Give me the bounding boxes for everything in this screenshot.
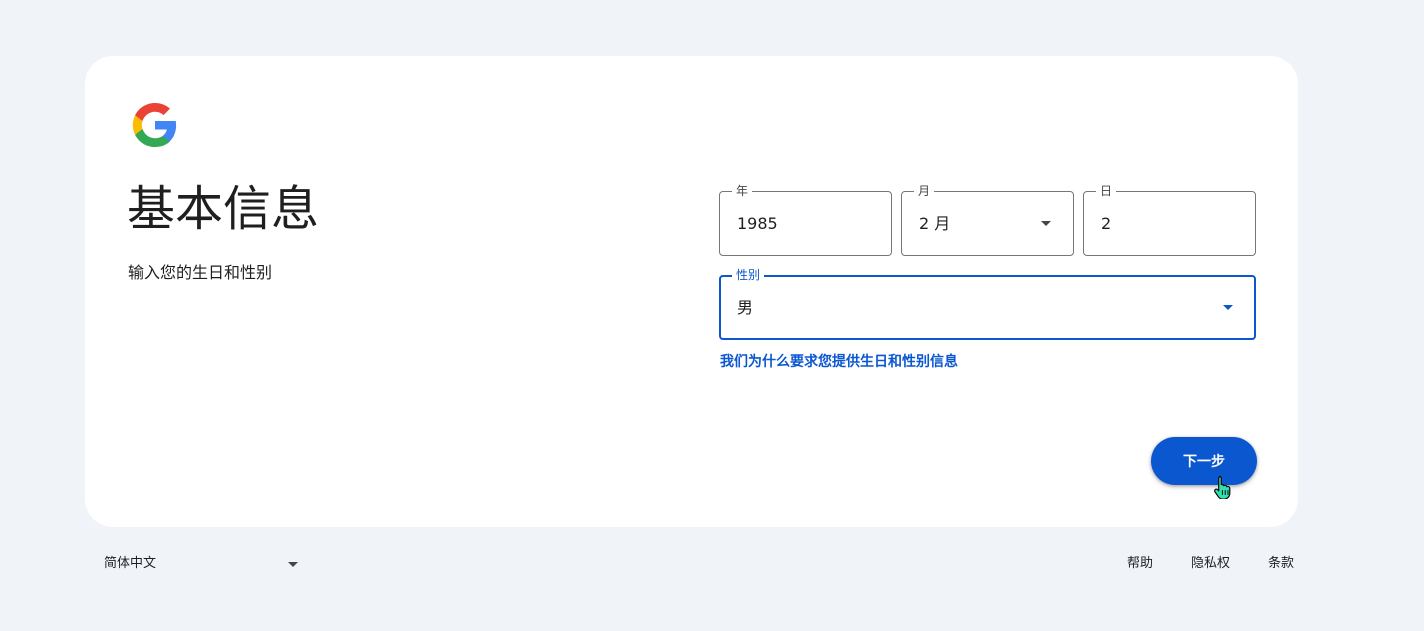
chevron-down-icon bbox=[1223, 304, 1233, 310]
google-logo-icon bbox=[132, 103, 177, 147]
footer-link-privacy[interactable]: 隐私权 bbox=[1153, 554, 1230, 574]
birth-month-value: 2 月 bbox=[919, 213, 951, 233]
chevron-down-icon bbox=[1041, 220, 1051, 226]
gender-select[interactable]: 性别 男 bbox=[719, 267, 1256, 340]
why-birthday-gender-link[interactable]: 我们为什么要求您提供生日和性别信息 bbox=[720, 352, 958, 372]
birth-day-value[interactable]: 2 bbox=[1101, 212, 1111, 236]
hand-pointer-cursor-icon bbox=[1214, 475, 1231, 499]
page-subtitle: 输入您的生日和性别 bbox=[128, 263, 273, 282]
signup-card: 基本信息 输入您的生日和性别 年 1985 月 2 月 日 2 性别 男 我们为… bbox=[85, 56, 1298, 527]
gender-value: 男 bbox=[737, 297, 754, 317]
footer-link-terms[interactable]: 条款 bbox=[1230, 554, 1294, 574]
chevron-down-icon bbox=[288, 562, 298, 567]
gender-label: 性别 bbox=[732, 267, 765, 283]
birth-month-label: 月 bbox=[914, 183, 935, 199]
footer-link-help[interactable]: 帮助 bbox=[1127, 554, 1153, 574]
birth-day-field[interactable]: 日 2 bbox=[1083, 183, 1256, 256]
birth-year-value[interactable]: 1985 bbox=[737, 212, 778, 236]
language-select[interactable]: 简体中文 bbox=[90, 548, 310, 580]
next-button[interactable]: 下一步 bbox=[1151, 437, 1257, 485]
birth-day-label: 日 bbox=[1096, 183, 1117, 199]
birth-month-select[interactable]: 月 2 月 bbox=[901, 183, 1074, 256]
birth-year-label: 年 bbox=[732, 183, 753, 199]
language-label: 简体中文 bbox=[104, 556, 157, 571]
page-title: 基本信息 bbox=[127, 181, 320, 237]
birth-year-field[interactable]: 年 1985 bbox=[719, 183, 892, 256]
footer-links: 帮助 隐私权 条款 bbox=[1127, 554, 1294, 574]
